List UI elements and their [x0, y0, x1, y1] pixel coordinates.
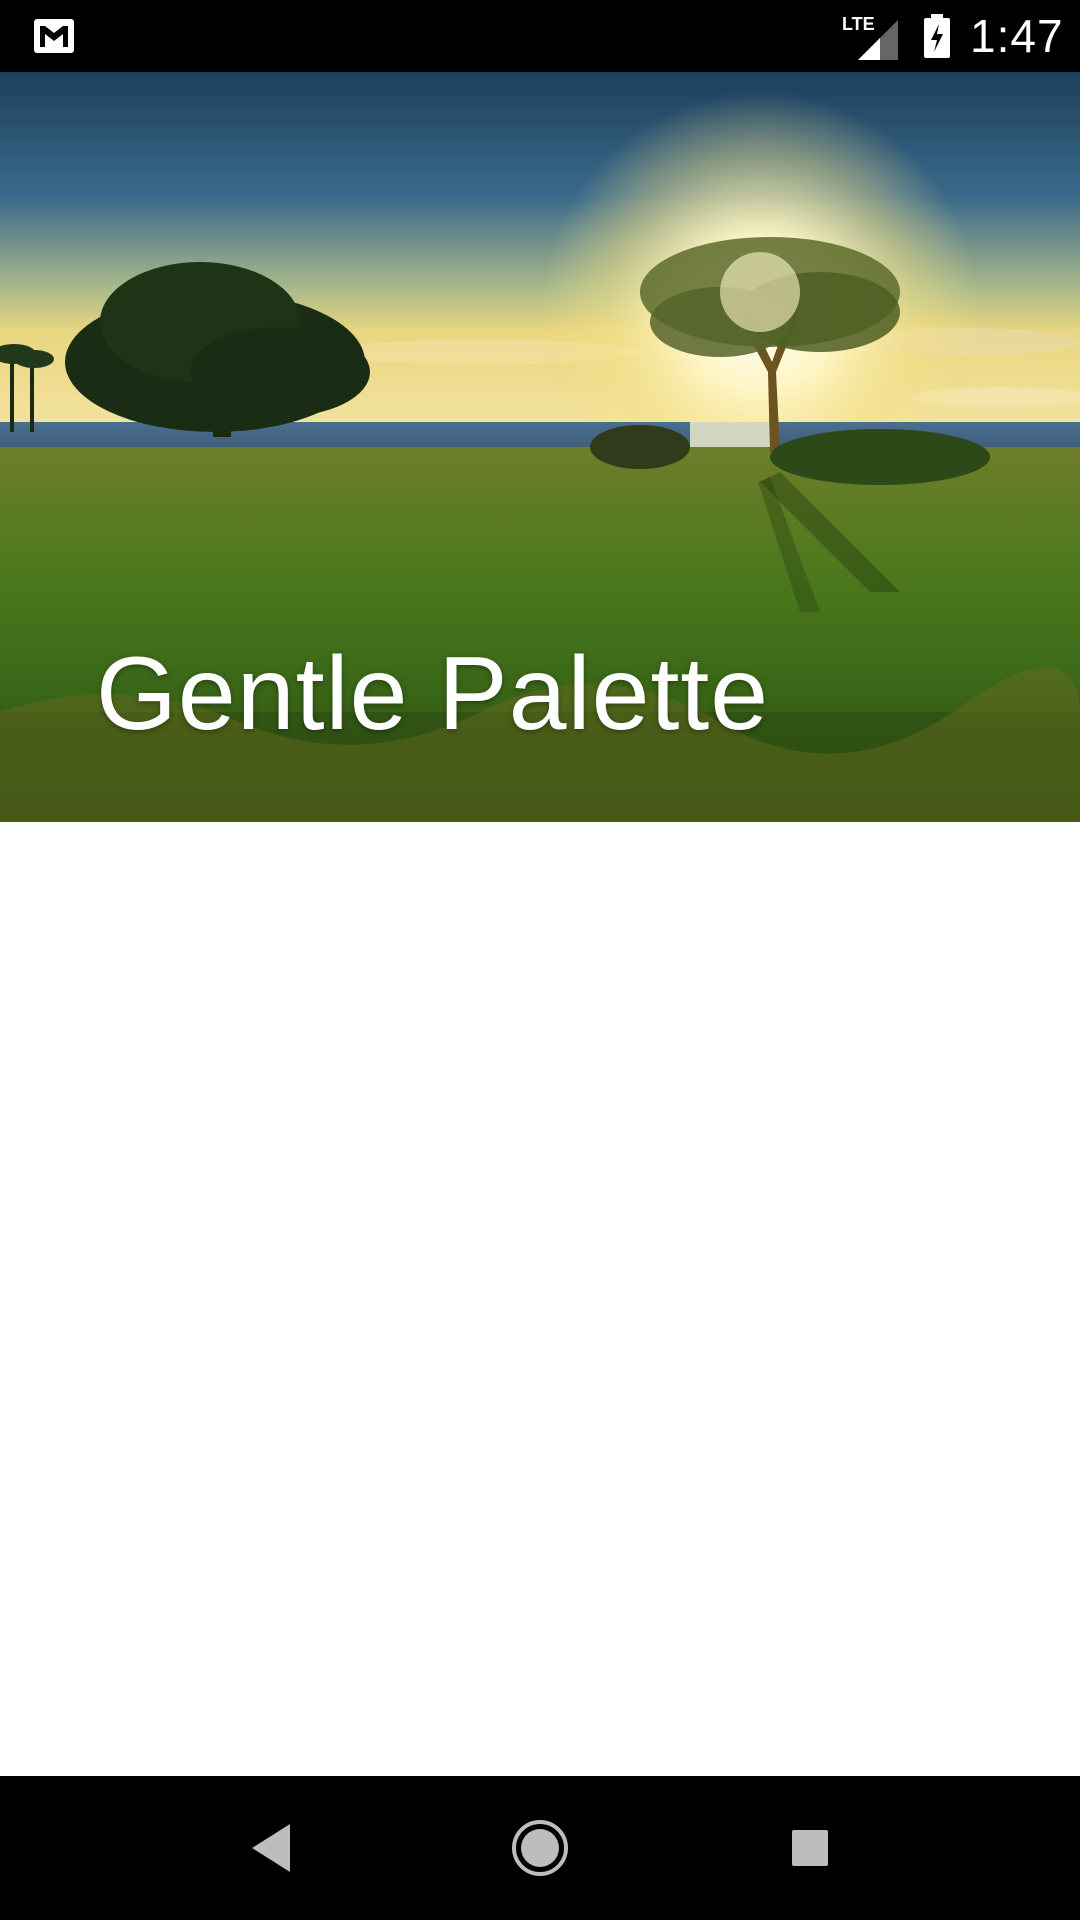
recents-square-icon[interactable]	[790, 1828, 830, 1868]
svg-text:LTE: LTE	[842, 14, 875, 34]
content-area	[0, 822, 1080, 1776]
status-clock: 1:47	[970, 10, 1064, 62]
navigation-bar	[0, 1776, 1080, 1920]
status-bar: LTE 1:47	[0, 0, 1080, 72]
back-triangle-icon[interactable]	[246, 1818, 294, 1878]
home-circle-icon[interactable]	[510, 1818, 570, 1878]
gmail-icon	[34, 19, 74, 53]
app-screen: LTE 1:47 Gentle Palette	[0, 0, 1080, 1920]
battery-charging-icon	[924, 14, 950, 58]
lte-signal-icon: LTE	[842, 14, 898, 60]
header-image: Gentle Palette	[0, 72, 1080, 822]
app-title: Gentle Palette	[96, 636, 770, 752]
